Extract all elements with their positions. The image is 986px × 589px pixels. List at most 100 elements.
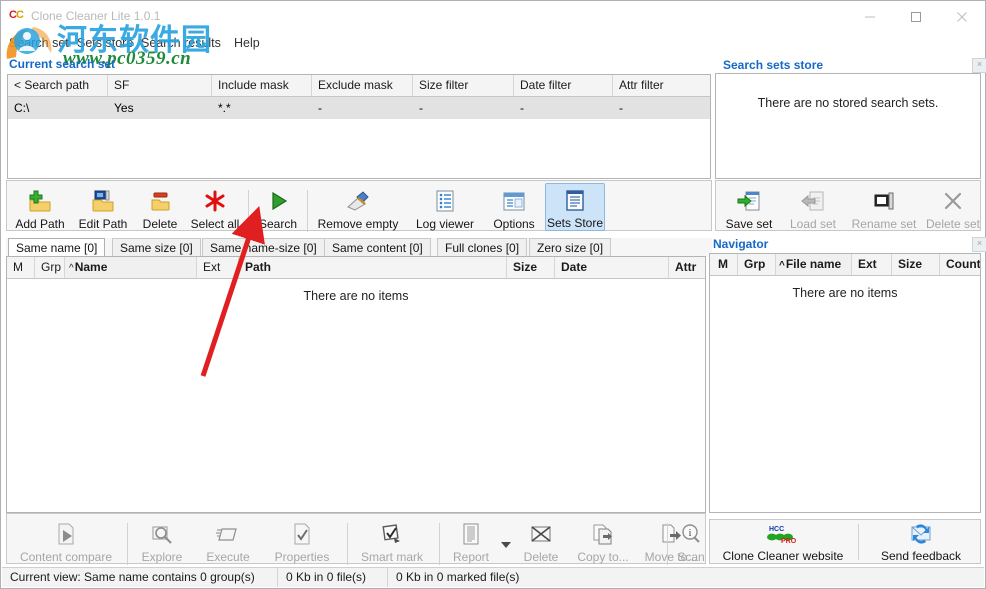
nav-column-header-ext[interactable]: Ext xyxy=(852,254,892,275)
status-current-view: Current view: Same name contains 0 group… xyxy=(2,568,278,587)
column-header-attr-filter[interactable]: Attr filter xyxy=(613,75,710,96)
column-header-name[interactable]: ^Name xyxy=(65,257,197,278)
nav-column-header-size[interactable]: Size xyxy=(892,254,940,275)
options-button[interactable]: Options xyxy=(483,184,545,236)
column-header-sf[interactable]: SF xyxy=(108,75,212,96)
column-header-m[interactable]: M xyxy=(7,257,35,278)
results-grid: M Grp ^Name Ext Path Size Date Attr Ther… xyxy=(6,256,706,513)
navigator-empty-text: There are no items xyxy=(710,286,980,300)
column-header-attr[interactable]: Attr xyxy=(669,257,705,278)
search-label: Search xyxy=(259,217,297,231)
column-header-include-mask[interactable]: Include mask xyxy=(212,75,312,96)
application-window: CC Clone Cleaner Lite 1.0.1 Search set S… xyxy=(0,0,986,589)
column-header-grp[interactable]: Grp xyxy=(35,257,65,278)
check-hand-icon xyxy=(380,520,404,546)
column-header-path[interactable]: Path xyxy=(239,257,507,278)
column-header-exclude-mask[interactable]: Exclude mask xyxy=(312,75,413,96)
copy-to-label: Copy to... xyxy=(577,550,628,564)
menu-item-search-set[interactable]: Search set xyxy=(9,36,69,50)
add-path-label: Add Path xyxy=(15,217,64,231)
column-header-search-path[interactable]: < Search path xyxy=(8,75,108,96)
search-sets-store-close-icon[interactable]: × xyxy=(972,58,986,73)
copy-files-icon xyxy=(591,520,615,546)
column-header-date-filter[interactable]: Date filter xyxy=(514,75,613,96)
content-compare-label: Content compare xyxy=(20,550,112,564)
remove-empty-button[interactable]: Remove empty xyxy=(311,184,405,236)
report-lines-icon xyxy=(461,520,481,546)
sets-store-button[interactable]: Sets Store xyxy=(545,183,605,231)
edit-path-label: Edit Path xyxy=(79,217,128,231)
save-set-label: Save set xyxy=(726,217,773,231)
column-header-size-filter[interactable]: Size filter xyxy=(413,75,514,96)
document-check-icon xyxy=(291,520,313,546)
search-path-row[interactable]: C:\ Yes *.* - - - - xyxy=(8,97,710,119)
result-tabs: Same name [0] Same size [0] Same name-si… xyxy=(6,238,712,257)
properties-label: Properties xyxy=(275,550,330,564)
tab-same-size[interactable]: Same size [0] xyxy=(112,238,201,256)
report-button: Report xyxy=(443,517,499,569)
close-button[interactable] xyxy=(939,1,985,32)
results-grid-empty-text: There are no items xyxy=(7,289,705,303)
links-sep xyxy=(858,524,859,560)
sets-store-label: Sets Store xyxy=(547,216,603,230)
window-controls xyxy=(847,1,985,32)
status-marked-totals: 0 Kb in 0 marked file(s) xyxy=(388,568,588,587)
tab-same-name-size[interactable]: Same name-size [0] xyxy=(202,238,325,256)
toolbar-separator-2 xyxy=(307,190,308,232)
log-viewer-button[interactable]: Log viewer xyxy=(407,184,483,236)
search-sets-store-caption: Search sets store xyxy=(723,58,823,72)
save-set-button[interactable]: Save set xyxy=(718,184,780,236)
column-header-date[interactable]: Date xyxy=(555,257,669,278)
delete-label: Delete xyxy=(143,217,178,231)
smart-mark-button: Smart mark xyxy=(351,517,433,569)
column-header-ext[interactable]: Ext xyxy=(197,257,239,278)
links-toolbar: HCC PRO Clone Cleaner website Send fee xyxy=(709,519,981,564)
bottom-sep-2 xyxy=(347,523,348,565)
menu-item-help[interactable]: Help xyxy=(234,36,260,50)
current-search-set-grid: < Search path SF Include mask Exclude ma… xyxy=(7,74,711,179)
tab-same-content[interactable]: Same content [0] xyxy=(324,238,431,256)
column-header-size[interactable]: Size xyxy=(507,257,555,278)
feedback-refresh-icon xyxy=(909,524,933,545)
tab-zero-size[interactable]: Zero size [0] xyxy=(529,238,611,256)
select-all-button[interactable]: Select all xyxy=(185,184,245,236)
send-feedback-button[interactable]: Send feedback xyxy=(862,521,980,564)
add-path-button[interactable]: Add Path xyxy=(9,184,71,236)
sort-ascending-icon: ^ xyxy=(69,263,74,274)
navigator-header: M Grp ^File name Ext Size Count xyxy=(710,254,980,276)
load-set-button: Load set xyxy=(782,184,844,236)
load-arrow-icon xyxy=(801,187,825,213)
clipboard-icon xyxy=(565,187,585,212)
tab-same-name[interactable]: Same name [0] xyxy=(8,238,105,256)
bottom-toolbar: Content compare Explore Execute xyxy=(6,513,706,564)
delete-files-label: Delete xyxy=(524,550,559,564)
report-dropdown-chevron-icon[interactable] xyxy=(501,538,511,552)
folder-minus-icon xyxy=(148,187,172,213)
navigator-close-icon[interactable]: × xyxy=(972,237,986,252)
minimize-button[interactable] xyxy=(847,1,893,32)
delete-set-label: Delete set xyxy=(926,217,980,231)
current-search-set-header: < Search path SF Include mask Exclude ma… xyxy=(8,75,710,97)
bottom-sep-1 xyxy=(127,523,128,565)
edit-path-button[interactable]: Edit Path xyxy=(73,184,133,236)
app-logo-letter-2: C xyxy=(16,9,23,21)
column-header-name-label: Name xyxy=(75,260,108,274)
menu-item-search-results[interactable]: Search results xyxy=(141,36,221,50)
svg-text:i: i xyxy=(689,528,692,539)
options-label: Options xyxy=(493,217,534,231)
nav-column-header-count[interactable]: Count xyxy=(940,254,980,275)
toolbar-separator xyxy=(248,190,249,232)
run-file-icon xyxy=(216,520,240,546)
folder-plus-icon xyxy=(28,187,52,213)
nav-column-header-grp[interactable]: Grp xyxy=(738,254,776,275)
delete-button[interactable]: Delete xyxy=(135,184,185,236)
maximize-button[interactable] xyxy=(893,1,939,32)
menu-item-sets-store[interactable]: Sets store xyxy=(77,36,133,50)
tab-full-clones[interactable]: Full clones [0] xyxy=(437,238,527,256)
search-button[interactable]: Search xyxy=(252,184,304,236)
nav-column-header-file-name[interactable]: ^File name xyxy=(776,254,852,275)
clone-cleaner-website-button[interactable]: HCC PRO Clone Cleaner website xyxy=(712,521,854,564)
cell-sf: Yes xyxy=(108,97,212,119)
explore-label: Explore xyxy=(142,550,183,564)
nav-column-header-m[interactable]: M xyxy=(710,254,738,275)
